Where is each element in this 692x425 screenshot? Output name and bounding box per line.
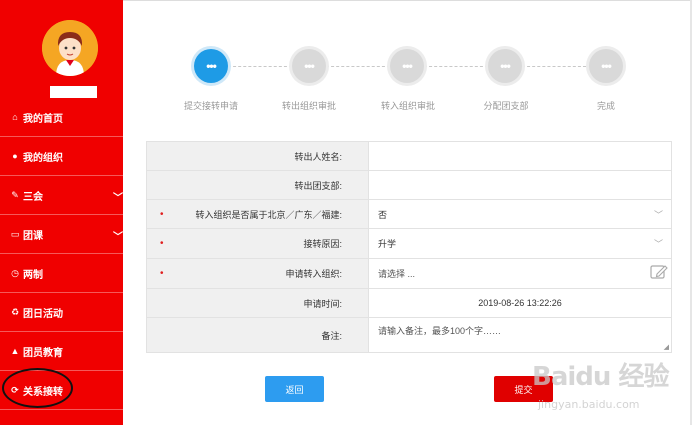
target-organization-picker[interactable]: 请选择 ... xyxy=(369,259,671,288)
step-5-label: 完成 xyxy=(596,101,615,111)
edit-icon[interactable] xyxy=(650,264,668,280)
form-row-transferor-name: 转出人姓名: xyxy=(147,142,671,171)
chevron-down-icon: ﹀ xyxy=(653,209,663,220)
select-value: 升学 xyxy=(378,239,397,249)
step-4-label: 分配团支部 xyxy=(483,101,529,111)
step-2-label: 转出组织审批 xyxy=(281,101,336,111)
form-row-transfer-reason: • 接转原因: 升学 ﹀ xyxy=(147,229,671,259)
username-placeholder xyxy=(50,86,97,98)
sidebar-item-member-education[interactable]: ▲ 团员教育 xyxy=(0,332,123,371)
sidebar-item-label: 团课 xyxy=(23,230,43,242)
sidebar: ⌂ 我的首页 ● 我的组织 ✎ 三会 ﹀ ▭ 团课 ﹀ ◷ 两制 ♻ 团日活动 … xyxy=(0,0,123,425)
step-connector xyxy=(424,66,488,67)
edit-icon: ✎ xyxy=(11,189,19,200)
field-label-text: 申请转入组织: xyxy=(285,269,342,279)
step-connector xyxy=(228,66,292,67)
sidebar-item-league-day[interactable]: ♻ 团日活动 xyxy=(0,293,123,332)
home-icon: ⌂ xyxy=(12,112,18,122)
form-row-source-branch: 转出团支部: xyxy=(147,171,671,200)
folder-icon: ▭ xyxy=(10,228,20,239)
source-branch-field[interactable] xyxy=(369,171,671,199)
sidebar-item-label: 我的首页 xyxy=(23,113,63,125)
sidebar-item-relation-transfer[interactable]: ⟳ 关系接转 xyxy=(0,371,123,410)
field-label: 申请时间: xyxy=(147,289,369,317)
sidebar-item-label: 团日活动 xyxy=(23,308,63,320)
field-label: 转出团支部: xyxy=(147,171,369,199)
transfer-reason-select[interactable]: 升学 ﹀ xyxy=(369,229,671,258)
top-divider xyxy=(123,0,692,1)
application-time-value: 2019-08-26 13:22:26 xyxy=(478,298,562,308)
step-connector xyxy=(326,66,390,67)
refresh-icon: ⟳ xyxy=(11,384,19,395)
field-label: • 转入组织是否属于北京／广东／福建: xyxy=(147,200,369,228)
field-label-text: 接转原因: xyxy=(303,239,342,249)
form-row-application-time: 申请时间: 2019-08-26 13:22:26 xyxy=(147,289,671,318)
required-mark: • xyxy=(160,238,164,249)
field-label: 转出人姓名: xyxy=(147,142,369,170)
baidu-watermark-logo: Baidu 经验 xyxy=(532,362,669,392)
transferor-name-field[interactable] xyxy=(369,142,671,170)
step-3-icon: ••• xyxy=(390,49,424,83)
field-label: • 申请转入组织: xyxy=(147,259,369,288)
resize-handle-icon[interactable]: ◢ xyxy=(664,343,669,351)
chevron-down-icon: ﹀ xyxy=(653,239,663,249)
remarks-placeholder: 请输入备注，最多100个字…… xyxy=(378,326,502,336)
sidebar-item-league-class[interactable]: ▭ 团课 ﹀ xyxy=(0,215,123,254)
sidebar-item-label: 我的组织 xyxy=(23,152,63,164)
sidebar-item-label: 关系接转 xyxy=(23,386,63,398)
clock-icon: ◷ xyxy=(11,267,19,278)
baidu-watermark-url: jingyan.baidu.com xyxy=(538,398,640,411)
region-select[interactable]: 否 ﹀ xyxy=(369,200,671,228)
step-1-label: 提交接转申请 xyxy=(183,101,238,111)
select-value: 否 xyxy=(378,209,388,220)
step-3-label: 转入组织审批 xyxy=(380,101,435,111)
step-2-icon: ••• xyxy=(292,49,326,83)
sidebar-item-label: 团员教育 xyxy=(23,347,63,359)
step-connector xyxy=(522,66,586,67)
field-label: 备注: xyxy=(147,318,369,352)
form-row-remarks: 备注: 请输入备注，最多100个字…… ◢ xyxy=(147,318,671,352)
step-4-icon: ••• xyxy=(488,49,522,83)
sidebar-item-my-organization[interactable]: ● 我的组织 xyxy=(0,137,123,176)
sidebar-item-label: 三会 xyxy=(23,191,43,203)
chevron-down-icon[interactable]: ﹀ xyxy=(113,189,123,204)
transfer-form: 转出人姓名: 转出团支部: • 转入组织是否属于北京／广东／福建: 否 ﹀ • … xyxy=(146,141,672,353)
avatar[interactable] xyxy=(42,20,98,76)
sidebar-item-two-systems[interactable]: ◷ 两制 xyxy=(0,254,123,293)
users-icon: ● xyxy=(12,151,18,161)
sidebar-item-label: 两制 xyxy=(23,269,43,281)
sidebar-menu: ⌂ 我的首页 ● 我的组织 ✎ 三会 ﹀ ▭ 团课 ﹀ ◷ 两制 ♻ 团日活动 … xyxy=(0,98,123,410)
sidebar-item-home[interactable]: ⌂ 我的首页 xyxy=(0,98,123,137)
recycle-icon: ♻ xyxy=(10,306,20,317)
step-1-icon: ••• xyxy=(194,49,228,83)
user-avatar-icon xyxy=(42,20,98,76)
graduation-cap-icon: ▲ xyxy=(10,346,20,356)
form-row-region-check: • 转入组织是否属于北京／广东／福建: 否 ﹀ xyxy=(147,200,671,229)
remarks-textarea[interactable]: 请输入备注，最多100个字…… ◢ xyxy=(369,318,671,352)
sidebar-item-three-meetings[interactable]: ✎ 三会 ﹀ xyxy=(0,176,123,215)
step-5-icon: ••• xyxy=(589,49,623,83)
picker-value: 请选择 ... xyxy=(378,269,416,279)
chevron-down-icon[interactable]: ﹀ xyxy=(113,228,123,243)
field-label: • 接转原因: xyxy=(147,229,369,258)
required-mark: • xyxy=(160,268,164,279)
required-mark: • xyxy=(160,208,164,220)
form-row-target-organization: • 申请转入组织: 请选择 ... xyxy=(147,259,671,289)
back-button[interactable]: 返回 xyxy=(265,376,324,402)
field-label-text: 转入组织是否属于北京／广东／福建: xyxy=(195,209,342,220)
